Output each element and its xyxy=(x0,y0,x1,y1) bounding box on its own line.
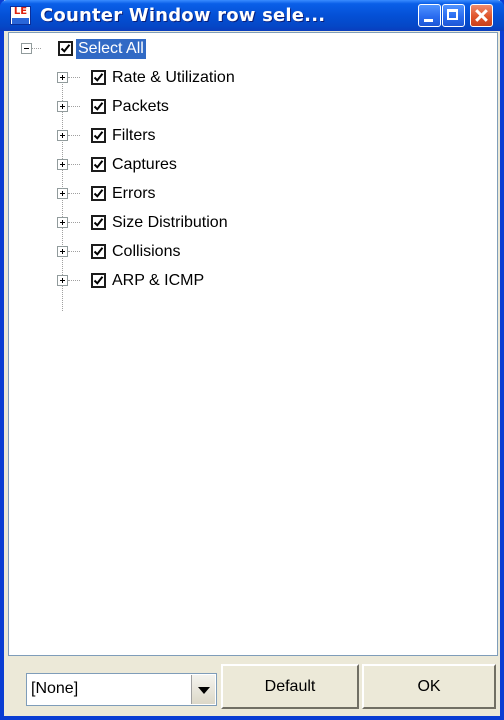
close-button[interactable] xyxy=(470,4,493,27)
counter-tree[interactable]: Select All Rate & Utilization Packets Fi… xyxy=(8,32,498,656)
checkmark-icon xyxy=(93,276,104,285)
expand-icon[interactable] xyxy=(57,188,68,199)
checkmark-icon xyxy=(93,160,104,169)
checkbox-captures[interactable] xyxy=(91,157,106,172)
checkbox-filters[interactable] xyxy=(91,128,106,143)
app-icon-bar xyxy=(12,18,29,24)
tree-item-collisions[interactable]: Collisions xyxy=(112,242,180,262)
window-title: Counter Window row sele... xyxy=(40,5,326,26)
tree-connector xyxy=(68,164,80,166)
preset-dropdown-value: [None] xyxy=(31,680,79,697)
checkmark-icon xyxy=(60,44,71,53)
tree-connector xyxy=(68,77,80,79)
checkbox-size-distribution[interactable] xyxy=(91,215,106,230)
tree-item-arp-icmp[interactable]: ARP & ICMP xyxy=(112,271,204,291)
tree-item-select-all[interactable]: Select All xyxy=(76,39,146,59)
expand-icon[interactable] xyxy=(57,101,68,112)
chevron-down-icon[interactable] xyxy=(191,675,215,704)
maximize-button[interactable] xyxy=(442,4,465,27)
ok-button[interactable]: OK xyxy=(362,664,496,709)
tree-item-filters[interactable]: Filters xyxy=(112,126,156,146)
checkbox-rate-utilization[interactable] xyxy=(91,70,106,85)
expand-icon[interactable] xyxy=(57,72,68,83)
tree-item-errors[interactable]: Errors xyxy=(112,184,156,204)
tree-item-size-distribution[interactable]: Size Distribution xyxy=(112,213,228,233)
checkbox-select-all[interactable] xyxy=(58,41,73,56)
expand-icon[interactable] xyxy=(57,217,68,228)
tree-connector-root xyxy=(31,48,41,50)
tree-item-packets[interactable]: Packets xyxy=(112,97,169,117)
title-bar[interactable]: LE Counter Window row sele... xyxy=(0,0,504,31)
checkmark-icon xyxy=(93,102,104,111)
checkmark-icon xyxy=(93,131,104,140)
tree-connector xyxy=(68,280,80,282)
checkmark-icon xyxy=(93,73,104,82)
expand-icon[interactable] xyxy=(57,159,68,170)
checkmark-icon xyxy=(93,247,104,256)
tree-item-captures[interactable]: Captures xyxy=(112,155,177,175)
default-button[interactable]: Default xyxy=(221,664,359,709)
checkbox-errors[interactable] xyxy=(91,186,106,201)
checkmark-icon xyxy=(93,189,104,198)
tree-connector xyxy=(68,106,80,108)
preset-dropdown[interactable]: [None] xyxy=(26,673,217,706)
expand-icon[interactable] xyxy=(57,275,68,286)
tree-connector xyxy=(68,193,80,195)
collapse-icon[interactable] xyxy=(21,43,32,54)
checkmark-icon xyxy=(93,218,104,227)
tree-connector xyxy=(68,222,80,224)
expand-icon[interactable] xyxy=(57,246,68,257)
checkbox-packets[interactable] xyxy=(91,99,106,114)
tree-connector xyxy=(68,135,80,137)
expand-icon[interactable] xyxy=(57,130,68,141)
app-icon-logo: LE xyxy=(11,7,30,17)
app-icon[interactable]: LE xyxy=(10,6,31,25)
tree-connector xyxy=(68,251,80,253)
checkbox-arp-icmp[interactable] xyxy=(91,273,106,288)
checkbox-collisions[interactable] xyxy=(91,244,106,259)
tree-item-rate-utilization[interactable]: Rate & Utilization xyxy=(112,68,235,88)
minimize-button[interactable] xyxy=(418,4,441,27)
